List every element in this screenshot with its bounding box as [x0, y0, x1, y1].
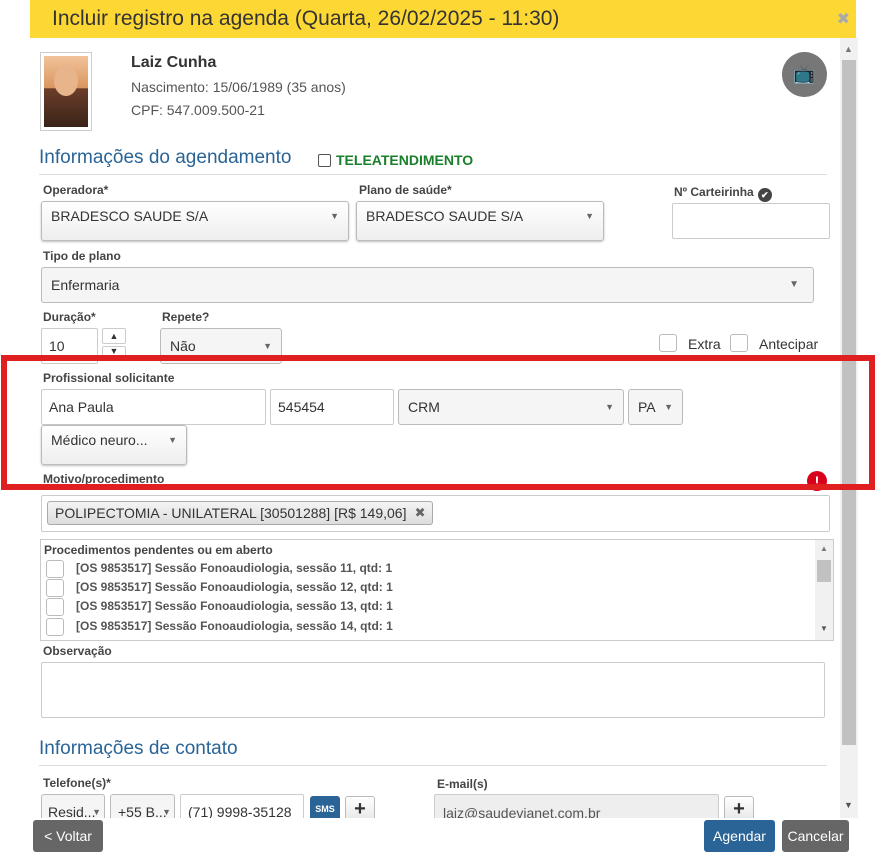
- add-phone-button[interactable]: +: [345, 796, 375, 818]
- dialog-title: Incluir registro na agenda (Quarta, 26/0…: [52, 7, 560, 30]
- procedure-label: Motivo/procedimento: [43, 472, 165, 486]
- tipo-plano-label: Tipo de plano: [43, 249, 121, 263]
- professional-label: Profissional solicitante: [43, 371, 175, 385]
- professional-name-input[interactable]: Ana Paula: [41, 389, 266, 425]
- observation-label: Observação: [43, 644, 112, 658]
- plano-select[interactable]: BRADESCO SAUDE S/A ▼: [356, 201, 604, 241]
- patient-cpf: CPF: 547.009.500-21: [131, 102, 265, 118]
- specialty-value: Médico neuro...: [51, 432, 148, 448]
- close-icon[interactable]: ✖: [837, 9, 850, 29]
- duracao-increment-button[interactable]: ▲: [102, 328, 126, 344]
- patient-name: Laiz Cunha: [131, 54, 217, 71]
- council-value: CRM: [408, 399, 440, 415]
- council-select[interactable]: CRM ▼: [398, 389, 624, 425]
- scroll-down-icon[interactable]: ▼: [820, 624, 828, 633]
- cancel-button[interactable]: Cancelar: [782, 820, 849, 852]
- phone-type-value: Resid...: [48, 804, 96, 818]
- antecipar-label: Antecipar: [759, 336, 819, 352]
- extra-checkbox[interactable]: [659, 334, 677, 352]
- pending-checkbox[interactable]: [46, 598, 64, 616]
- chevron-down-icon: ▼: [92, 807, 101, 817]
- chevron-down-icon: ▼: [263, 341, 272, 351]
- pending-checkbox[interactable]: [46, 560, 64, 578]
- teleatendimento-checkbox[interactable]: [318, 154, 331, 167]
- phone-label: Telefone(s)*: [43, 776, 111, 790]
- chevron-down-icon: ▼: [168, 435, 177, 445]
- check-circle-icon: ✔: [757, 188, 772, 202]
- repete-label: Repete?: [162, 310, 210, 324]
- scroll-up-icon[interactable]: ▲: [844, 44, 853, 54]
- antecipar-checkbox[interactable]: [730, 334, 748, 352]
- dialog-title-bar: Incluir registro na agenda (Quarta, 26/0…: [30, 0, 856, 38]
- back-button[interactable]: < Voltar: [33, 820, 103, 852]
- dialog-content: Laiz Cunha Nascimento: 15/06/1989 (35 an…: [30, 38, 840, 818]
- remove-tag-icon[interactable]: ✖: [415, 502, 426, 524]
- plano-label: Plano de saúde*: [359, 183, 452, 197]
- chevron-down-icon: ▼: [789, 279, 799, 290]
- error-icon: !: [807, 471, 827, 491]
- carteirinha-input[interactable]: [672, 203, 830, 239]
- specialty-select[interactable]: Médico neuro... ▼: [41, 425, 187, 465]
- dialog-footer: < Voltar Agendar Cancelar: [30, 818, 856, 852]
- pending-procedures-list: Procedimentos pendentes ou em aberto [OS…: [40, 539, 834, 641]
- chevron-down-icon: ▼: [605, 402, 614, 412]
- phone-country-value: +55 B...: [118, 804, 167, 818]
- carteirinha-label: Nº Carteirinha ✔: [674, 185, 772, 202]
- extra-label: Extra: [688, 336, 721, 352]
- tv-device-icon[interactable]: 📺: [782, 52, 827, 97]
- procedure-tag: POLIPECTOMIA - UNILATERAL [30501288] [R$…: [47, 501, 434, 525]
- plano-value: BRADESCO SAUDE S/A: [366, 208, 524, 224]
- tipo-plano-select[interactable]: Enfermaria ▼: [41, 267, 814, 303]
- observation-textarea[interactable]: [41, 662, 825, 718]
- dialog-scrollbar[interactable]: ▲ ▼: [840, 38, 858, 818]
- operadora-label: Operadora*: [43, 183, 109, 197]
- pending-checkbox[interactable]: [46, 618, 64, 636]
- duracao-input[interactable]: 10: [41, 328, 98, 364]
- repete-select[interactable]: Não ▼: [160, 328, 282, 364]
- professional-registry-input[interactable]: 545454: [270, 389, 394, 425]
- chevron-down-icon: ▼: [330, 211, 339, 221]
- schedule-button[interactable]: Agendar: [704, 820, 775, 852]
- pending-scrollbar[interactable]: ▲ ▼: [815, 540, 833, 640]
- phone-type-select[interactable]: Resid... ▼: [41, 794, 105, 818]
- phone-number-input[interactable]: (71) 9998-35128: [180, 794, 304, 818]
- dialog-scroll-thumb[interactable]: [842, 60, 856, 745]
- state-select[interactable]: PA ▼: [628, 389, 683, 425]
- section-divider: [39, 174, 827, 175]
- phone-country-select[interactable]: +55 B... ▼: [110, 794, 175, 818]
- patient-birth: Nascimento: 15/06/1989 (35 anos): [131, 79, 346, 95]
- scheduling-section-title: Informações do agendamento: [39, 147, 292, 168]
- pending-title: Procedimentos pendentes ou em aberto: [44, 543, 273, 557]
- procedure-tag-input[interactable]: POLIPECTOMIA - UNILATERAL [30501288] [R$…: [41, 495, 830, 532]
- section-divider: [39, 765, 827, 766]
- scroll-up-icon[interactable]: ▲: [820, 544, 828, 553]
- duracao-decrement-button[interactable]: ▼: [102, 346, 126, 356]
- sms-button[interactable]: SMS: [310, 796, 340, 818]
- operadora-select[interactable]: BRADESCO SAUDE S/A ▼: [41, 201, 349, 241]
- scroll-down-icon[interactable]: ▼: [844, 800, 853, 810]
- contact-section-title: Informações de contato: [39, 738, 238, 759]
- patient-photo: [40, 52, 92, 131]
- pending-scroll-thumb[interactable]: [817, 560, 831, 582]
- repete-value: Não: [170, 338, 196, 354]
- chevron-down-icon: ▼: [664, 402, 673, 412]
- operadora-value: BRADESCO SAUDE S/A: [51, 208, 209, 224]
- pending-checkbox[interactable]: [46, 579, 64, 597]
- teleatendimento-toggle[interactable]: TELEATENDIMENTO: [318, 152, 473, 168]
- duracao-label: Duração*: [43, 310, 96, 324]
- state-value: PA: [638, 399, 656, 415]
- chevron-down-icon: ▼: [585, 211, 594, 221]
- email-label: E-mail(s): [437, 777, 488, 791]
- chevron-down-icon: ▼: [162, 807, 171, 817]
- teleatendimento-label: TELEATENDIMENTO: [336, 152, 474, 168]
- tipo-plano-value: Enfermaria: [51, 277, 120, 293]
- email-input[interactable]: laiz@saudevianet.com.br: [434, 794, 719, 818]
- add-email-button[interactable]: +: [724, 796, 754, 818]
